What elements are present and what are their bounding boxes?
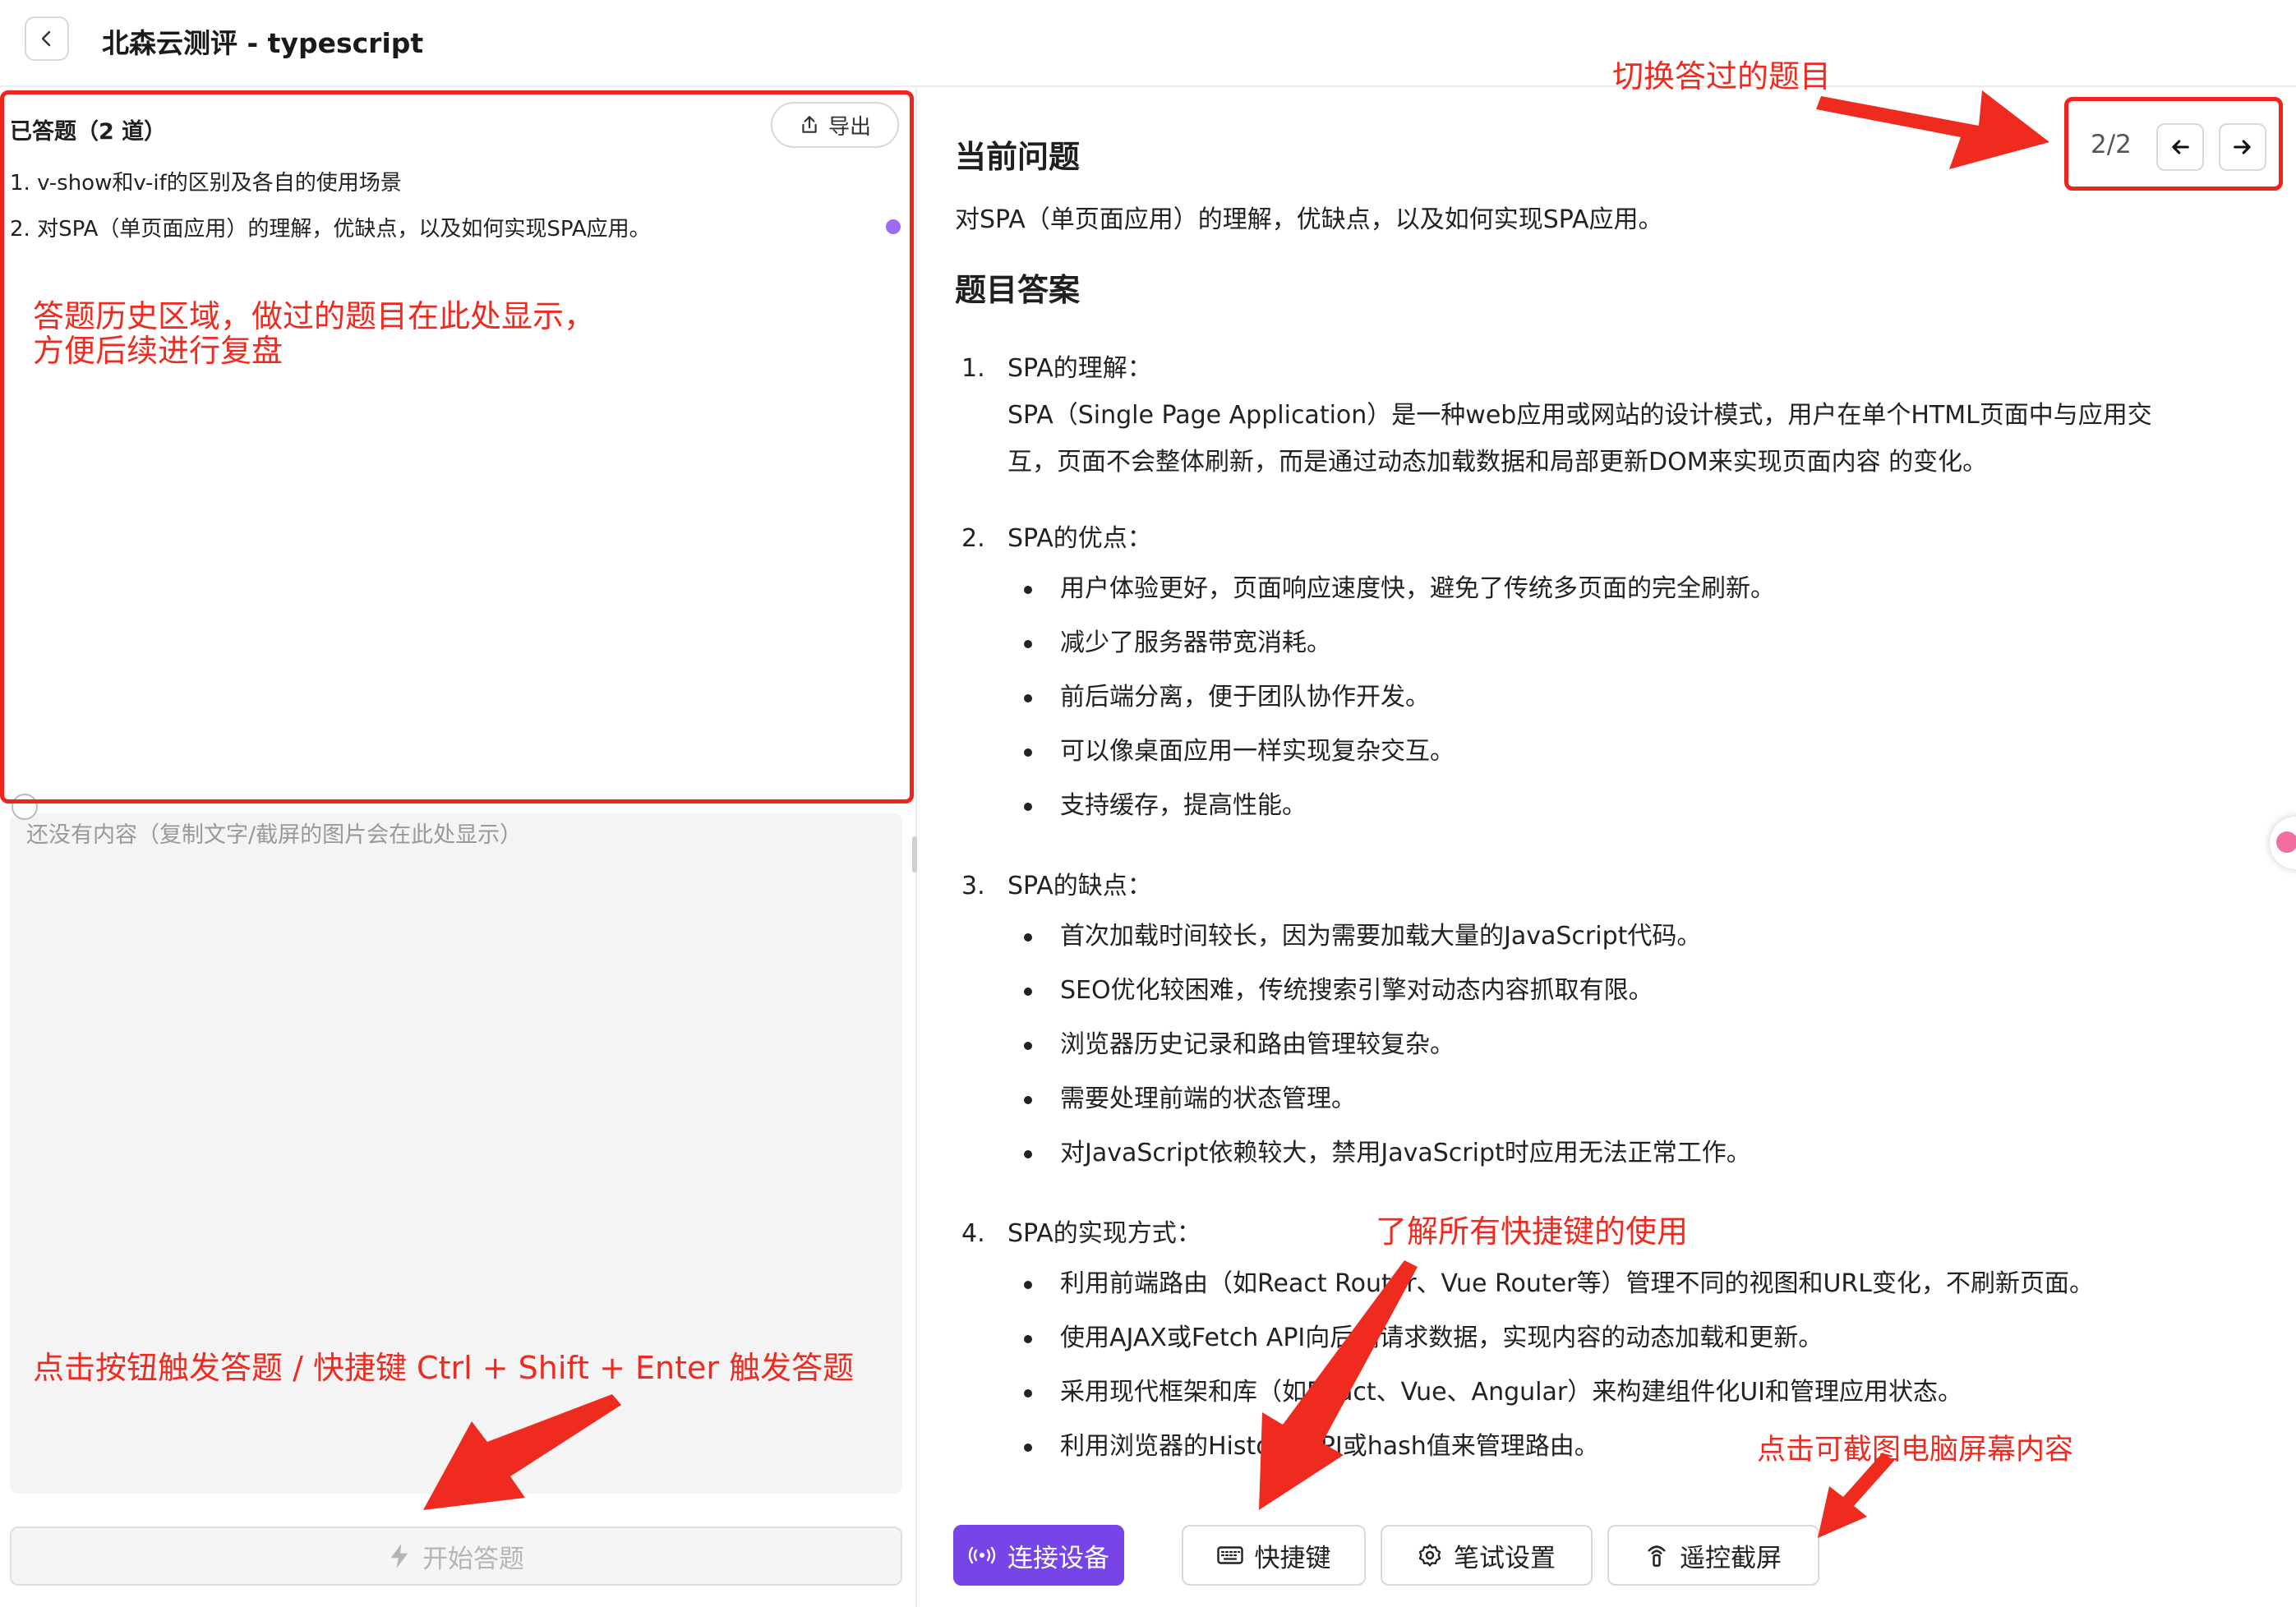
annotation-arrows bbox=[423, 90, 2049, 1538]
arrow-to-shortcuts-icon bbox=[1259, 1260, 1418, 1510]
arrow-to-screenshot-icon bbox=[1818, 1453, 1894, 1538]
arrow-to-start-icon bbox=[423, 1394, 621, 1510]
arrow-to-pager-icon bbox=[1816, 90, 2049, 169]
